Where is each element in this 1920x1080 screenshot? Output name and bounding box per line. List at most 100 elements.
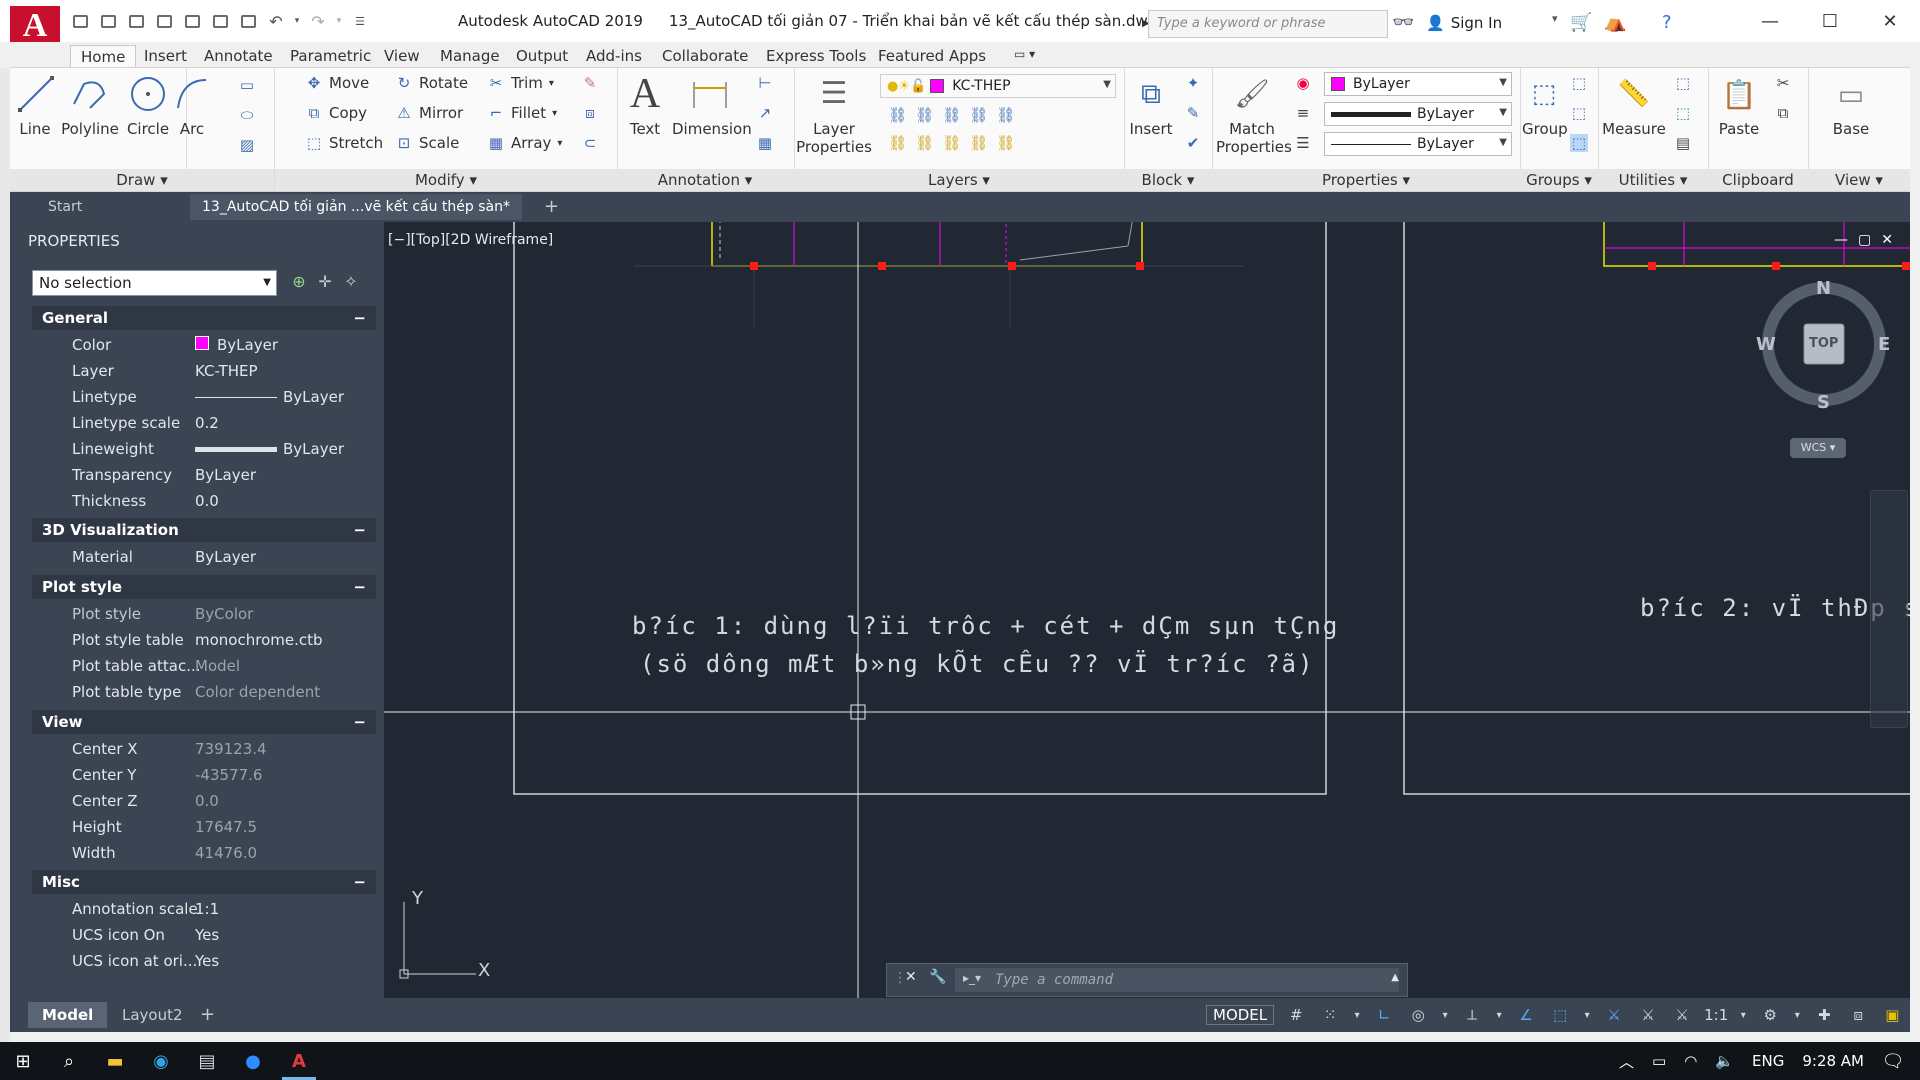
snap-dropdown-icon[interactable]: ▾: [1352, 1003, 1362, 1027]
save-web-icon[interactable]: [208, 8, 232, 34]
object-snap-dropdown-icon[interactable]: ▾: [1582, 1003, 1592, 1027]
autodesk-a360-icon[interactable]: ⛺: [1604, 12, 1626, 33]
quick-select-icon[interactable]: ⬚: [1674, 74, 1692, 92]
maximize-icon[interactable]: ☐: [1800, 0, 1860, 42]
clipboard-panel-title[interactable]: Clipboard: [1708, 169, 1808, 191]
compass-south[interactable]: S: [1817, 392, 1830, 413]
tab-parametric[interactable]: Parametric: [280, 45, 381, 67]
measure-button[interactable]: 📏 Measure: [1602, 72, 1666, 138]
section-view[interactable]: View −: [32, 710, 376, 734]
volume-icon[interactable]: 🔈: [1715, 1052, 1734, 1070]
annotation-panel-title[interactable]: Annotation ▾: [616, 169, 794, 191]
prop-row[interactable]: Material ByLayer: [32, 544, 376, 570]
tab-add-ins[interactable]: Add-ins: [576, 45, 652, 67]
binoculars-icon[interactable]: 👓: [1392, 12, 1414, 33]
cut-icon[interactable]: ✂: [1774, 74, 1792, 92]
block-panel-title[interactable]: Block ▾: [1124, 169, 1212, 191]
insert-button[interactable]: ⧉ Insert: [1126, 72, 1176, 138]
hatch-icon[interactable]: ▨: [238, 136, 256, 154]
object-snap-icon[interactable]: ⬚: [1548, 1003, 1572, 1027]
save-as-icon[interactable]: [152, 8, 176, 34]
prop-row[interactable]: Plot table type Color dependent: [32, 679, 376, 705]
file-explorer-icon[interactable]: ▬: [92, 1042, 138, 1080]
viewcube[interactable]: N S E W TOP: [1754, 274, 1894, 414]
snap-icon[interactable]: ⁙: [1318, 1003, 1342, 1027]
sign-in-button[interactable]: 👤 Sign In: [1426, 14, 1502, 32]
viewport-controls-label[interactable]: [−][Top][2D Wireframe]: [388, 232, 553, 248]
offset-icon[interactable]: ⊂: [581, 134, 599, 152]
tab-output[interactable]: Output: [506, 45, 578, 67]
new-tab-plus-icon[interactable]: +: [532, 194, 571, 220]
tab-model[interactable]: Model: [28, 1002, 108, 1028]
group-edit-icon[interactable]: ⬚: [1570, 104, 1588, 122]
redo-icon[interactable]: ↷: [306, 8, 330, 34]
base-button[interactable]: ▭ Base: [1826, 72, 1876, 139]
battery-icon[interactable]: ▭: [1652, 1052, 1666, 1070]
select-all-icon[interactable]: ⬚: [1674, 104, 1692, 122]
isodraft-icon[interactable]: ⟂: [1460, 1003, 1484, 1027]
paste-button[interactable]: 📋 Paste: [1712, 72, 1766, 139]
linear-dimension-icon[interactable]: ⊢: [756, 74, 774, 92]
layer-tools-row-1[interactable]: ⛓⛓⛓⛓⛓: [888, 106, 1023, 124]
section-plot-style[interactable]: Plot style −: [32, 575, 376, 599]
ribbon-minimize-icon[interactable]: ▭ ▾: [1004, 45, 1045, 63]
object-snap-tracking-icon[interactable]: ∠: [1514, 1003, 1538, 1027]
prop-row[interactable]: Thickness 0.0: [32, 488, 376, 514]
copy-button[interactable]: ⧉ Copy: [305, 104, 367, 122]
language-indicator[interactable]: ENG: [1752, 1052, 1784, 1070]
tab-start[interactable]: Start: [36, 194, 180, 220]
cart-icon[interactable]: 🛒: [1570, 12, 1592, 33]
prop-row[interactable]: Plot style table monochrome.ctb: [32, 627, 376, 653]
clean-screen-icon[interactable]: ⛶: [1914, 1003, 1920, 1027]
open-icon[interactable]: [96, 8, 120, 34]
dimension-button[interactable]: Dimension: [672, 72, 752, 138]
stretch-button[interactable]: ⬚ Stretch: [305, 134, 383, 152]
view-panel-title[interactable]: View ▾: [1808, 169, 1910, 191]
minimize-icon[interactable]: —: [1740, 0, 1800, 42]
workspace-gear-icon[interactable]: ⚙: [1758, 1003, 1782, 1027]
annotation-visibility-icon[interactable]: ⚔: [1602, 1003, 1626, 1027]
tab-layout2[interactable]: Layout2: [108, 1002, 197, 1028]
new-icon[interactable]: [68, 8, 92, 34]
tab-view[interactable]: View: [374, 45, 430, 67]
clock[interactable]: 9:28 AM: [1802, 1052, 1864, 1070]
tab-insert[interactable]: Insert: [134, 45, 197, 67]
linetype-dropdown[interactable]: ByLayer ▼: [1324, 132, 1512, 156]
erase-icon[interactable]: ✎: [581, 74, 599, 92]
rotate-button[interactable]: ↻ Rotate: [395, 74, 468, 92]
customize-qat-icon[interactable]: ☰: [348, 8, 372, 34]
tab-featured-apps[interactable]: Featured Apps: [868, 45, 996, 67]
layer-tools-row-2[interactable]: ⛓⛓⛓⛓⛓: [888, 134, 1023, 152]
command-history-icon[interactable]: ▲: [1391, 972, 1399, 983]
search-input[interactable]: Type a keyword or phrase: [1148, 10, 1388, 38]
fillet-button[interactable]: ⌐ Fillet ▾: [487, 104, 557, 122]
isodraft-dropdown-icon[interactable]: ▾: [1494, 1003, 1504, 1027]
ungroup-icon[interactable]: ⬚: [1570, 74, 1588, 92]
draw-panel-title[interactable]: Draw ▾: [10, 169, 274, 191]
annotation-monitor-icon[interactable]: ✚: [1812, 1003, 1836, 1027]
auto-scale-icon[interactable]: ⚔: [1636, 1003, 1660, 1027]
layer-properties-button[interactable]: ☰ Layer Properties: [796, 72, 872, 157]
prop-row[interactable]: Plot style ByColor: [32, 601, 376, 627]
section-3d-visualization[interactable]: 3D Visualization −: [32, 518, 376, 542]
text-button[interactable]: A Text: [622, 71, 668, 138]
copy-clip-icon[interactable]: ⧉: [1774, 104, 1792, 122]
close-command-line-icon[interactable]: ✕: [905, 969, 917, 985]
group-selection-icon[interactable]: ⬚: [1570, 134, 1588, 152]
drawing-canvas[interactable]: [−][Top][2D Wireframe] —▢✕ b?íc 1: dùng …: [384, 222, 1910, 998]
autocad-taskbar-icon[interactable]: A: [276, 1042, 322, 1080]
prop-row[interactable]: UCS icon On Yes: [32, 922, 376, 948]
modify-panel-title[interactable]: Modify ▾: [275, 169, 617, 191]
table-icon[interactable]: ▦: [756, 134, 774, 152]
close-icon[interactable]: ✕: [1860, 0, 1920, 42]
tab-collaborate[interactable]: Collaborate: [652, 45, 758, 67]
groups-panel-title[interactable]: Groups ▾: [1520, 169, 1598, 191]
array-button[interactable]: ▦ Array ▾: [487, 134, 563, 152]
edit-block-icon[interactable]: ✎: [1184, 104, 1202, 122]
tab-active-drawing[interactable]: 13_AutoCAD tối giản ...vẽ kết cấu thép s…: [190, 194, 522, 241]
ellipse-icon[interactable]: ⬭: [238, 106, 256, 124]
tab-home[interactable]: Home: [70, 45, 137, 68]
trim-button[interactable]: ✂ Trim ▾: [487, 74, 554, 92]
annotation-scale-value[interactable]: 1:1: [1704, 1006, 1728, 1024]
undo-icon[interactable]: ↶: [264, 8, 288, 34]
